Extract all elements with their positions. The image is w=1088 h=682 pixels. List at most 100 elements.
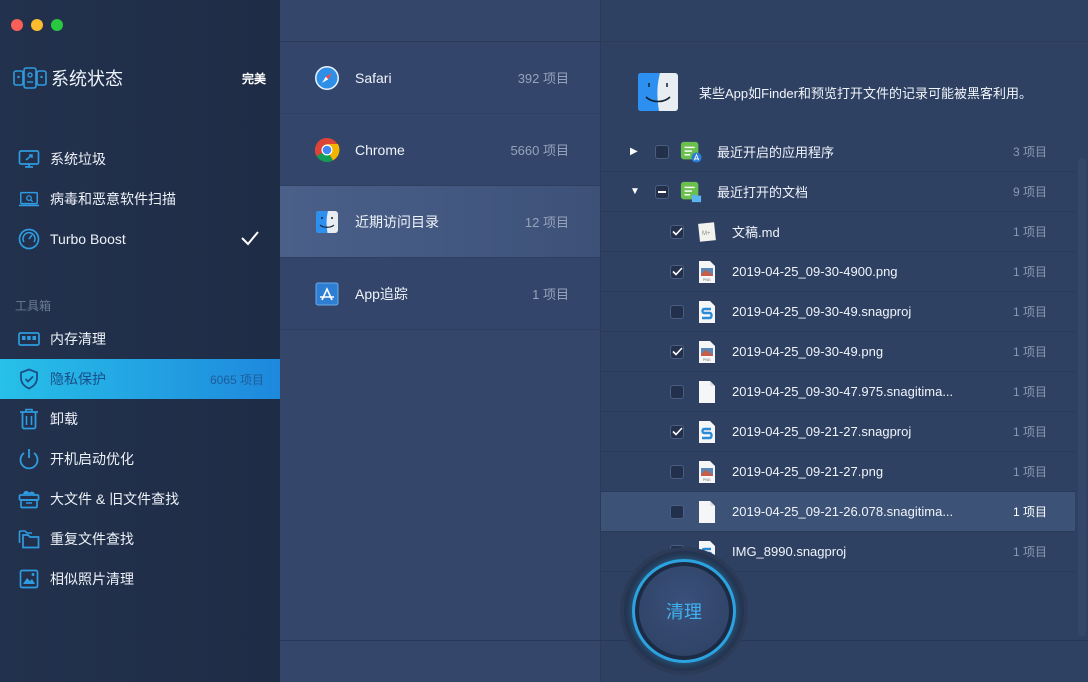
sidebar-item-turbo-boost[interactable]: Turbo Boost — [0, 219, 280, 259]
file-row[interactable]: PNG 2019-04-25_09-30-49.png 1 项目 — [601, 332, 1075, 372]
svg-text:PNG: PNG — [703, 358, 711, 362]
file-row[interactable]: 2019-04-25_09-30-49.snagproj 1 项目 — [601, 292, 1075, 332]
sidebar-item-label: 相似照片清理 — [50, 571, 134, 587]
file-row[interactable]: 2019-04-25_09-30-47.975.snagitima... 1 项目 — [601, 372, 1075, 412]
file-count: 1 项目 — [1012, 425, 1047, 439]
file-name: 2019-04-25_09-30-4900.png — [732, 264, 898, 279]
toolbox-section-label: 工具箱 — [15, 299, 52, 313]
app-window: 系统状态 完美 系统垃圾 病毒和恶意软件扫描 Turbo Boost 工具箱 内… — [0, 0, 1088, 682]
sidebar-item-uninstall[interactable]: 卸载 — [0, 399, 280, 439]
sidebar-item-malware-scan[interactable]: 病毒和恶意软件扫描 — [0, 179, 280, 219]
file-checkbox[interactable] — [670, 464, 684, 479]
file-name: 2019-04-25_09-21-27.png — [732, 464, 884, 479]
expand-arrow-icon[interactable]: ▶ — [630, 146, 640, 157]
sidebar-item-startup[interactable]: 开机启动优化 — [0, 439, 280, 479]
sidebar-item-count: 6065 项目 — [209, 372, 264, 387]
file-checkbox[interactable] — [670, 304, 684, 319]
sidebar-item-privacy[interactable]: 隐私保护 6065 项目 — [0, 359, 280, 399]
app-row-safari[interactable]: Safari 392 项目 — [280, 42, 600, 114]
app-count: 5660 项目 — [510, 143, 569, 158]
sidebar-item-system-junk[interactable]: 系统垃圾 — [0, 139, 280, 179]
sidebar-item-label: 卸载 — [50, 411, 78, 427]
file-count: 1 项目 — [1012, 465, 1047, 479]
sidebar-item-label: 系统垃圾 — [50, 151, 106, 167]
app-count: 392 项目 — [517, 71, 569, 86]
sidebar-item-label: 重复文件查找 — [50, 531, 134, 547]
shield-check-icon — [18, 368, 40, 390]
zoom-button[interactable] — [51, 19, 63, 31]
system-status-icon — [13, 67, 47, 89]
snagit-project-icon — [696, 420, 718, 444]
png-file-icon: PNG — [696, 340, 718, 364]
group-checkbox[interactable] — [655, 144, 669, 159]
app-row-chrome[interactable]: Chrome 5660 项目 — [280, 114, 600, 186]
sidebar-item-label: 病毒和恶意软件扫描 — [50, 191, 176, 207]
scrollbar[interactable] — [1078, 158, 1086, 636]
group-row-recent-docs[interactable]: ▼ 最近打开的文档 9 项目 — [601, 172, 1075, 212]
collapse-arrow-icon[interactable]: ▼ — [630, 186, 640, 197]
laptop-scan-icon — [18, 188, 40, 210]
blank-file-icon — [696, 380, 718, 404]
file-name: 2019-04-25_09-30-47.975.snagitima... — [732, 384, 954, 399]
group-label: 最近开启的应用程序 — [717, 145, 835, 160]
close-button[interactable] — [11, 19, 23, 31]
file-name: 文稿.md — [732, 225, 780, 240]
file-count: 1 项目 — [1012, 345, 1047, 359]
group-label: 最近打开的文档 — [717, 185, 809, 200]
chrome-icon — [314, 137, 340, 163]
group-count: 3 项目 — [1012, 145, 1047, 159]
file-checkbox[interactable] — [670, 264, 684, 279]
minimize-button[interactable] — [31, 19, 43, 31]
app-name: Safari — [355, 69, 392, 86]
system-status-state: 完美 — [241, 71, 266, 86]
sidebar-item-similar-photos[interactable]: 相似照片清理 — [0, 559, 280, 599]
blank-file-icon — [696, 500, 718, 524]
app-name: Chrome — [355, 141, 405, 158]
system-status-title: 系统状态 — [51, 69, 123, 89]
file-count: 1 项目 — [1012, 305, 1047, 319]
sidebar-item-label: 大文件 & 旧文件查找 — [50, 491, 180, 507]
file-checkbox[interactable] — [670, 224, 684, 239]
file-row[interactable]: 2019-04-25_09-21-27.snagproj 1 项目 — [601, 412, 1075, 452]
file-name: IMG_8990.snagproj — [732, 544, 847, 559]
group-count: 9 项目 — [1012, 185, 1047, 199]
file-checkbox[interactable] — [670, 344, 684, 359]
app-row-app-tracking[interactable]: App追踪 1 项目 — [280, 258, 600, 330]
file-row[interactable]: PNG 2019-04-25_09-30-4900.png 1 项目 — [601, 252, 1075, 292]
sidebar-item-label: 隐私保护 — [50, 371, 106, 387]
safari-icon — [314, 65, 340, 91]
sidebar-item-label: 内存清理 — [50, 331, 106, 347]
file-checkbox[interactable] — [670, 384, 684, 399]
app-store-icon — [314, 281, 340, 307]
markdown-file-icon: M+ — [696, 220, 718, 244]
app-count: 12 项目 — [524, 215, 569, 230]
file-row[interactable]: M+ 文稿.md 1 项目 — [601, 212, 1075, 252]
app-name: 近期访问目录 — [355, 213, 439, 230]
trash-icon — [18, 408, 40, 430]
window-controls — [11, 19, 63, 31]
file-name: 2019-04-25_09-21-26.078.snagitima... — [732, 504, 954, 519]
clean-button[interactable]: 清理 — [632, 559, 736, 663]
sidebar-item-large-files[interactable]: 大文件 & 旧文件查找 — [0, 479, 280, 519]
group-row-recent-apps[interactable]: ▶ 最近开启的应用程序 3 项目 — [601, 132, 1075, 172]
sidebar-item-duplicates[interactable]: 重复文件查找 — [0, 519, 280, 559]
system-status[interactable]: 系统状态 完美 — [13, 64, 266, 92]
sidebar-item-memory-clean[interactable]: 内存清理 — [0, 319, 280, 359]
file-row[interactable]: 2019-04-25_09-21-26.078.snagitima... 1 项目 — [601, 492, 1075, 532]
group-checkbox[interactable] — [655, 184, 669, 199]
file-count: 1 项目 — [1012, 505, 1047, 519]
speedometer-icon — [18, 228, 40, 250]
app-row-recent-folders[interactable]: 近期访问目录 12 项目 — [280, 186, 600, 258]
file-row[interactable]: PNG 2019-04-25_09-21-27.png 1 项目 — [601, 452, 1075, 492]
app-count: 1 项目 — [532, 287, 569, 302]
checkmark-icon — [240, 230, 260, 249]
info-banner-text: 某些App如Finder和预览打开文件的记录可能被黑客利用。 — [699, 85, 1032, 101]
png-file-icon: PNG — [696, 460, 718, 484]
recent-docs-icon — [680, 180, 702, 204]
svg-text:PNG: PNG — [703, 278, 711, 282]
png-file-icon: PNG — [696, 260, 718, 284]
file-checkbox[interactable] — [670, 424, 684, 439]
sidebar-item-label: 开机启动优化 — [50, 451, 134, 467]
file-checkbox[interactable] — [670, 504, 684, 519]
file-name: 2019-04-25_09-30-49.snagproj — [732, 304, 912, 319]
